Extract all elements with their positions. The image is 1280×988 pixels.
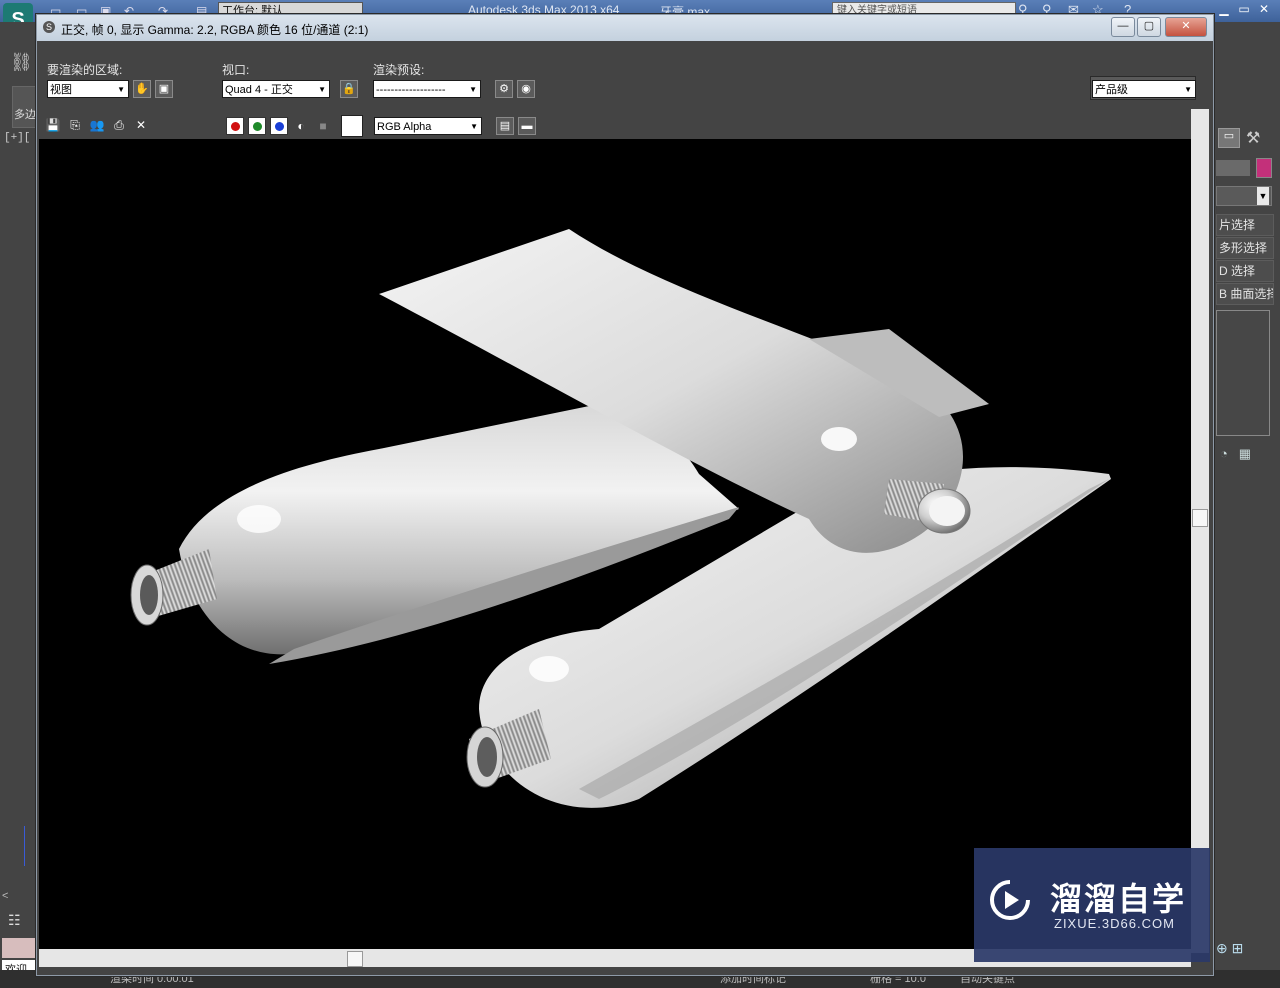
area-to-render-value: 视图: [50, 84, 72, 96]
render-window-titlebar[interactable]: S 正交, 帧 0, 显示 Gamma: 2.2, RGBA 颜色 16 位/通…: [37, 15, 1213, 41]
color-swatch[interactable]: [341, 115, 363, 137]
toggle-ui-icon[interactable]: ▬: [518, 117, 536, 135]
render-toolbar: 要渲染的区域: 视图 ▼ ✋ ▣ 视口: Quad 4 - 正交 ▼ 🔒 渲染预设:…: [38, 42, 1212, 137]
render-setup-icon[interactable]: ⚙: [495, 80, 513, 98]
watermark-name: 溜溜自学: [1050, 881, 1187, 917]
clear-icon[interactable]: ✕: [132, 116, 150, 134]
close-button[interactable]: ✕: [1165, 17, 1207, 37]
modifier-stack[interactable]: [1216, 310, 1270, 436]
viewport-dropdown[interactable]: Quad 4 - 正交 ▼: [222, 80, 330, 98]
green-channel-dot: [253, 122, 262, 131]
render-preset-label: 渲染预设:: [373, 63, 425, 77]
quality-dropdown[interactable]: 产品级 ▼: [1092, 80, 1196, 98]
lock-icon[interactable]: 🔒: [340, 80, 358, 98]
viewport-value: Quad 4 - 正交: [225, 84, 293, 96]
app-close-button[interactable]: ✕: [1254, 0, 1274, 18]
render-preset-value: -------------------: [376, 84, 446, 96]
red-channel-toggle[interactable]: [226, 117, 244, 135]
app-minimize-button[interactable]: ▁: [1214, 0, 1234, 18]
save-image-icon[interactable]: 💾: [44, 116, 62, 134]
object-color-swatch[interactable]: [1256, 158, 1272, 178]
modifier-item[interactable]: B 曲面选择: [1216, 283, 1274, 305]
monochrome-icon[interactable]: ■: [314, 117, 332, 135]
render-window-title: 正交, 帧 0, 显示 Gamma: 2.2, RGBA 颜色 16 位/通道 …: [61, 23, 369, 37]
blue-channel-toggle[interactable]: [270, 117, 288, 135]
print-image-icon[interactable]: ⎙: [110, 116, 128, 134]
chevron-down-icon: ▼: [470, 122, 478, 131]
vertical-scrollbar-thumb[interactable]: [1192, 509, 1208, 527]
app-maximize-button[interactable]: ▭: [1234, 0, 1254, 18]
area-to-render-label: 要渲染的区域:: [47, 63, 123, 77]
modifier-item[interactable]: 片选择: [1216, 214, 1274, 236]
watermark-url: ZIXUE.3D66.COM: [1054, 916, 1175, 931]
play-logo-icon: [990, 880, 1030, 920]
render-frame-window: S 正交, 帧 0, 显示 Gamma: 2.2, RGBA 颜色 16 位/通…: [36, 14, 1214, 976]
viewport-nav-icons[interactable]: ⊕ ⊞: [1216, 940, 1243, 957]
modifier-item[interactable]: D 选择: [1216, 260, 1274, 282]
blue-channel-dot: [275, 122, 284, 131]
viewport-label: 视口:: [222, 63, 250, 77]
chevron-down-icon: ▼: [318, 85, 326, 94]
chevron-down-icon: ▼: [1184, 85, 1192, 94]
horizontal-scrollbar-thumb[interactable]: [347, 951, 363, 967]
rendered-image[interactable]: [39, 139, 1191, 953]
clone-frame-icon[interactable]: 👥: [88, 116, 106, 134]
maxscript-listener[interactable]: [2, 938, 36, 958]
watermark: 溜溜自学 ZIXUE.3D66.COM: [974, 848, 1210, 962]
top-tube-highlight: [821, 427, 857, 451]
max-logo-icon: S: [43, 21, 55, 33]
channel-dropdown[interactable]: RGB Alpha ▼: [374, 117, 482, 135]
green-channel-toggle[interactable]: [248, 117, 266, 135]
app-window-controls: ▁ ▭ ✕: [1214, 0, 1280, 20]
select-and-link-icon[interactable]: ⛓: [10, 52, 33, 73]
left-tube-opening: [140, 575, 158, 615]
red-channel-dot: [231, 122, 240, 131]
auto-region-icon[interactable]: ▣: [155, 80, 173, 98]
maximize-button[interactable]: ▢: [1137, 17, 1161, 37]
render-preset-dropdown[interactable]: ------------------- ▼: [373, 80, 481, 98]
vertical-scrollbar[interactable]: [1191, 109, 1209, 953]
left-tube-highlight: [237, 505, 281, 533]
object-name-field[interactable]: [1216, 160, 1250, 176]
bottom-tube-highlight: [529, 656, 569, 682]
minimize-button[interactable]: —: [1111, 17, 1135, 37]
quality-value: 产品级: [1095, 84, 1128, 96]
environment-effects-icon[interactable]: ◉: [517, 80, 535, 98]
chevron-down-icon: ▼: [117, 85, 125, 94]
utilities-hammer-icon[interactable]: ⚒: [1246, 128, 1260, 148]
scroll-left-icon[interactable]: <: [2, 890, 14, 904]
configure-modifier-icon[interactable]: ◔ ▦: [1220, 446, 1251, 462]
channel-value: RGB Alpha: [377, 121, 432, 133]
bottom-tube-opening: [477, 737, 497, 777]
modifier-item[interactable]: 多形选择: [1216, 237, 1274, 259]
copy-image-icon[interactable]: ⎘: [66, 116, 84, 134]
top-tube-opening: [929, 496, 965, 526]
area-to-render-dropdown[interactable]: 视图 ▼: [47, 80, 129, 98]
display-icon[interactable]: ▭: [1218, 128, 1240, 148]
chevron-down-icon: ▼: [469, 85, 477, 94]
chevron-down-icon: ▼: [1257, 187, 1269, 205]
maxscript-icon[interactable]: ☷: [8, 912, 21, 929]
viewport-label[interactable]: [+][: [4, 132, 30, 144]
toothpaste-tubes-render: [130, 229, 1111, 808]
modifier-list-dropdown[interactable]: ▼: [1216, 186, 1272, 206]
alpha-channel-icon[interactable]: ◐: [292, 117, 310, 135]
toggle-ui-overlay-icon[interactable]: ▤: [496, 117, 514, 135]
edit-region-icon[interactable]: ✋: [133, 80, 151, 98]
poly-modeling-label: 多边: [14, 109, 36, 121]
